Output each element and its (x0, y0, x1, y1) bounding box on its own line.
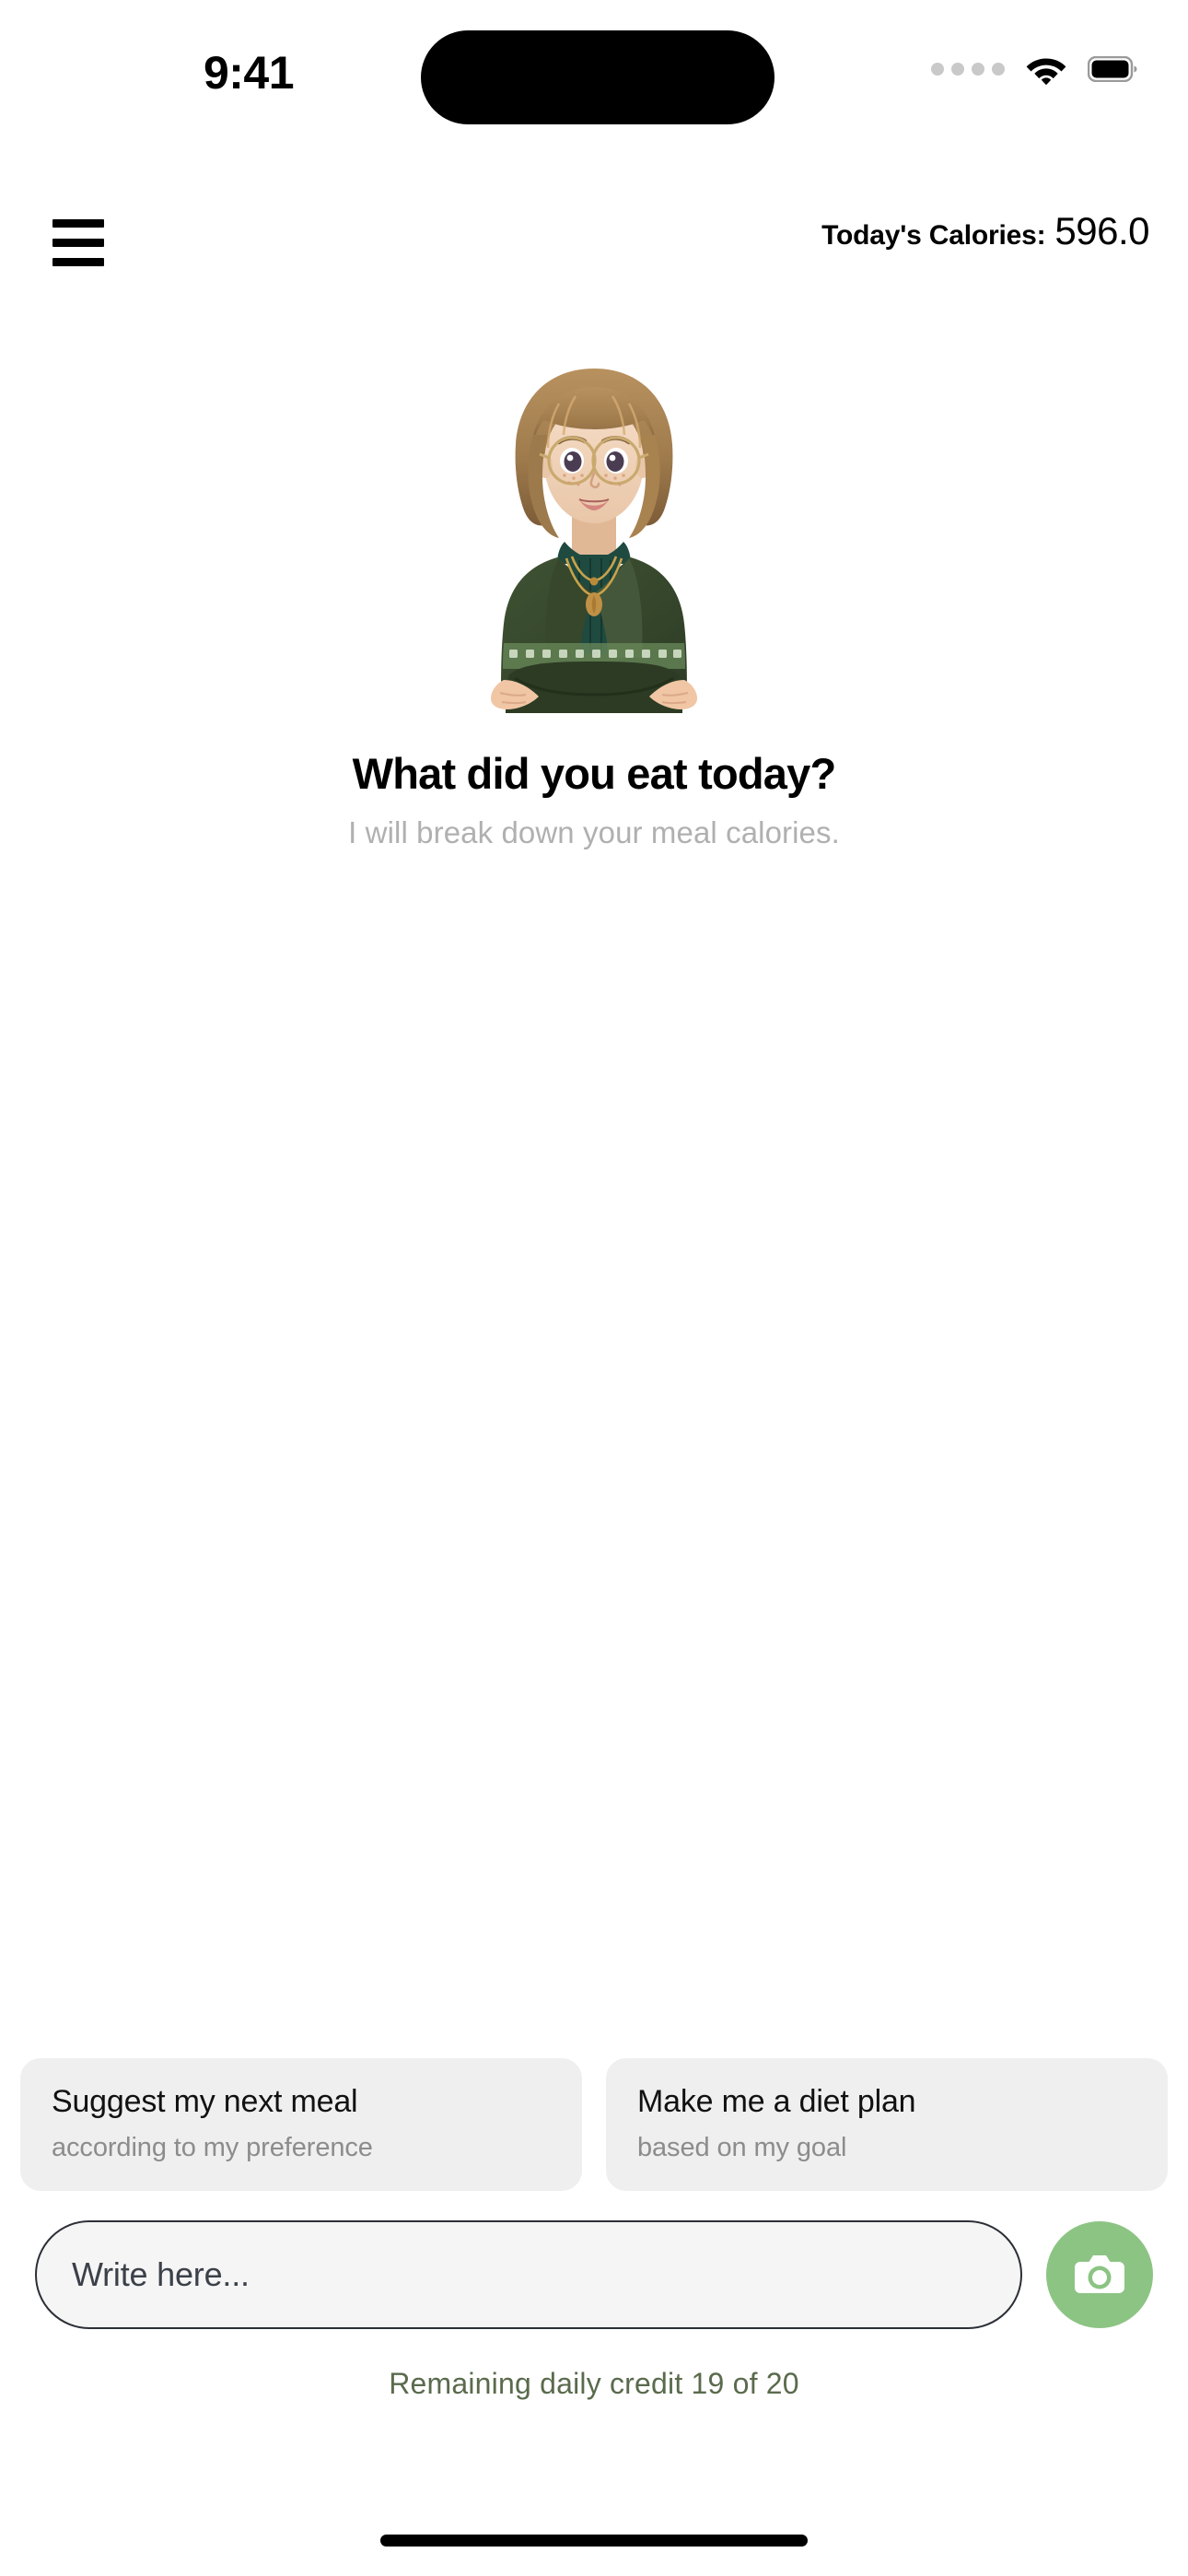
cellular-signal-icon (931, 63, 1005, 76)
todays-calories-readout: Today's Calories: 596.0 (821, 209, 1149, 253)
camera-icon (1075, 2255, 1124, 2293)
todays-calories-value: 596.0 (1054, 209, 1149, 252)
empty-state: What did you eat today? I will break dow… (0, 350, 1188, 850)
suggestion-chips: Suggest my next meal according to my pre… (20, 2057, 1168, 2191)
app-screen: 9:41 Today's Calories: 596.0 What did yo… (0, 0, 1188, 2576)
camera-button[interactable] (1046, 2221, 1153, 2328)
app-header: Today's Calories: 596.0 (0, 189, 1188, 290)
page-subtitle: I will break down your meal calories. (348, 815, 840, 849)
suggestion-chip-next-meal[interactable]: Suggest my next meal according to my pre… (20, 2057, 582, 2191)
message-input[interactable]: Write here... (35, 2220, 1022, 2329)
suggestion-chip-diet-plan[interactable]: Make me a diet plan based on my goal (606, 2057, 1168, 2191)
dynamic-island (421, 30, 775, 124)
avatar-svg (491, 369, 697, 713)
message-input-placeholder: Write here... (72, 2255, 250, 2293)
suggestion-chip-subtitle: based on my goal (637, 2132, 847, 2162)
hamburger-menu-icon[interactable] (28, 205, 129, 279)
nutritionist-avatar-illustration (456, 350, 732, 728)
status-bar-time: 9:41 (203, 47, 295, 99)
wifi-icon (1026, 58, 1066, 85)
suggestion-chip-title: Make me a diet plan (637, 2083, 916, 2119)
todays-calories-label: Today's Calories: (821, 220, 1046, 251)
battery-icon (1088, 56, 1137, 82)
home-indicator[interactable] (380, 2535, 808, 2547)
status-bar-indicators (931, 53, 1137, 85)
status-bar: 9:41 (0, 0, 1188, 157)
message-composer: Write here... (0, 2220, 1188, 2329)
remaining-credit-text: Remaining daily credit 19 of 20 (389, 2367, 799, 2400)
suggestion-chip-subtitle: according to my preference (52, 2132, 373, 2162)
suggestion-chip-title: Suggest my next meal (52, 2083, 358, 2119)
page-title: What did you eat today? (352, 749, 837, 798)
